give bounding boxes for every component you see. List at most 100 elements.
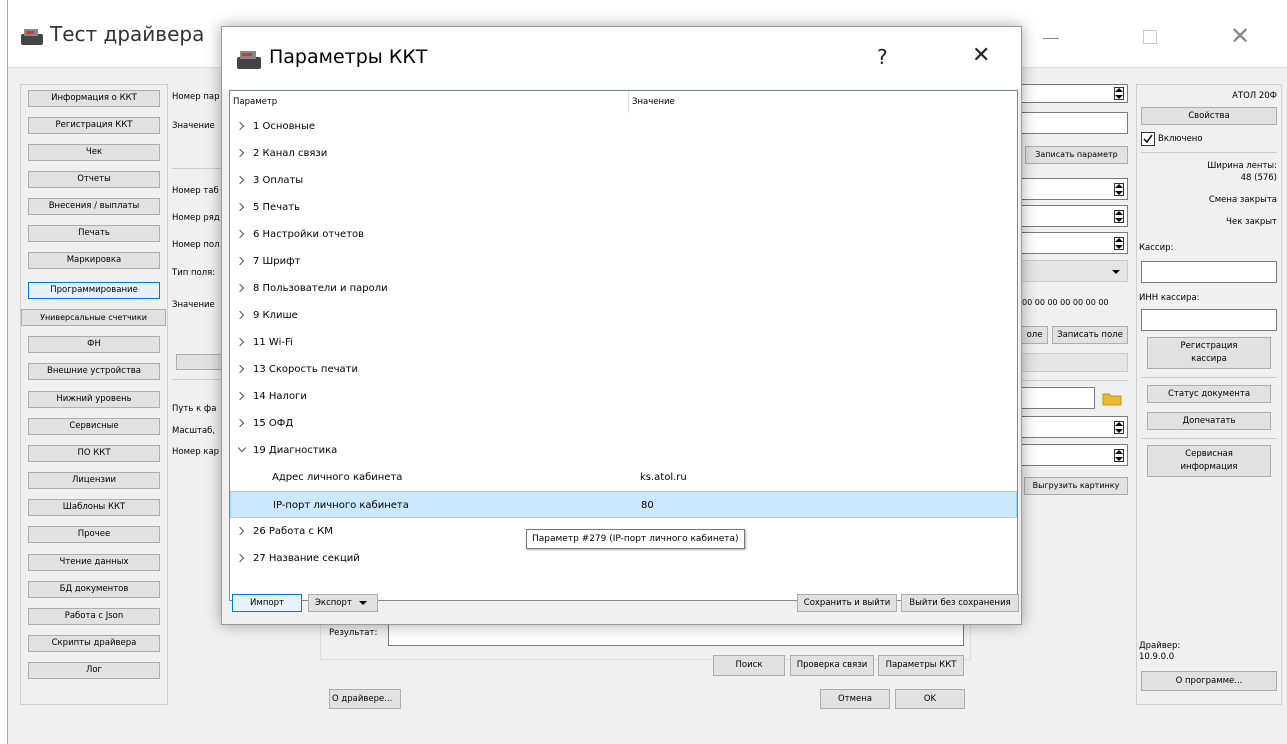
params-tree[interactable]: Параметр Значение 1 Основные 2 Канал связ… xyxy=(229,90,1018,601)
document-status-button[interactable]: Статус документа xyxy=(1147,385,1271,403)
spinner-arrows-icon[interactable] xyxy=(1113,183,1125,197)
save-and-exit-button[interactable]: Сохранить и выйти xyxy=(797,594,897,612)
nav-item[interactable]: Прочее xyxy=(28,526,160,543)
column-header-value[interactable]: Значение xyxy=(632,91,675,113)
chevron-right-icon[interactable] xyxy=(235,229,245,239)
nav-item[interactable]: Лог xyxy=(28,662,160,679)
chevron-right-icon[interactable] xyxy=(235,337,245,347)
service-info-button[interactable]: Сервисная информация xyxy=(1147,445,1271,477)
enabled-checkbox[interactable] xyxy=(1141,132,1155,146)
file-path-input[interactable] xyxy=(1022,387,1095,409)
spinner-arrows-icon[interactable] xyxy=(1113,210,1125,224)
chevron-right-icon[interactable] xyxy=(235,283,245,293)
column-header-param[interactable]: Параметр xyxy=(233,91,277,113)
tree-group-row[interactable]: 19 Диагностика xyxy=(230,437,1017,464)
field-type-select[interactable] xyxy=(1022,260,1128,282)
tree-group-row[interactable]: 6 Настройки отчетов xyxy=(230,221,1017,248)
nav-item[interactable]: Внесения / выплаты xyxy=(28,198,160,215)
write-field-button[interactable]: Записать поле xyxy=(1052,326,1128,344)
cashier-inn-input[interactable] xyxy=(1141,309,1277,331)
import-button[interactable]: Импорт xyxy=(232,594,302,612)
nav-item[interactable]: Маркировка xyxy=(28,252,160,269)
spinner-arrows-icon[interactable] xyxy=(1113,87,1125,101)
tree-group-row[interactable]: 2 Канал связи xyxy=(230,140,1017,167)
properties-button[interactable]: Свойства xyxy=(1141,107,1277,125)
tree-param-row[interactable]: IP-порт личного кабинета 80 xyxy=(230,491,1017,518)
kkt-params-button[interactable]: Параметры ККТ xyxy=(878,655,964,676)
check-connection-button[interactable]: Проверка связи xyxy=(790,655,874,676)
about-driver-button[interactable]: О драйвере... xyxy=(329,689,401,709)
tree-group-row[interactable]: 9 Клише xyxy=(230,302,1017,329)
nav-item[interactable]: Шаблоны ККТ xyxy=(28,499,160,516)
cancel-button[interactable]: Отмена xyxy=(820,689,890,709)
nav-item[interactable]: Печать xyxy=(28,225,160,242)
register-cashier-button[interactable]: Регистрация кассира xyxy=(1147,337,1271,369)
chevron-right-icon[interactable] xyxy=(235,121,245,131)
tree-group-row[interactable]: 3 Оплаты xyxy=(230,167,1017,194)
spinner-arrows-icon[interactable] xyxy=(1113,237,1125,251)
nav-item[interactable]: Чтение данных xyxy=(28,554,160,571)
scale-spinner[interactable] xyxy=(1022,416,1128,438)
spinner-arrows-icon[interactable] xyxy=(1113,421,1125,435)
close-icon[interactable]: ✕ xyxy=(1230,22,1250,50)
help-icon[interactable]: ? xyxy=(877,45,888,69)
nav-item[interactable]: Информация о ККТ xyxy=(28,90,160,107)
chevron-down-icon[interactable] xyxy=(237,443,247,453)
nav-item[interactable]: ФН xyxy=(28,336,160,353)
reprint-button[interactable]: Допечатать xyxy=(1147,412,1271,430)
nav-item[interactable]: Сервисные xyxy=(28,418,160,435)
param-value-input[interactable] xyxy=(1022,112,1128,134)
chevron-right-icon[interactable] xyxy=(235,364,245,374)
chevron-right-icon[interactable] xyxy=(235,256,245,266)
chevron-right-icon[interactable] xyxy=(235,526,245,536)
nav-item[interactable]: Лицензии xyxy=(28,472,160,489)
chevron-right-icon[interactable] xyxy=(235,553,245,563)
tree-param-row[interactable]: Адрес личного кабинета ks.atol.ru xyxy=(230,464,1017,491)
about-program-button[interactable]: О программе... xyxy=(1141,671,1277,691)
chevron-right-icon[interactable] xyxy=(235,391,245,401)
folder-icon[interactable] xyxy=(1100,390,1124,408)
read-field-button[interactable]: оле xyxy=(1022,326,1048,344)
search-button[interactable]: Поиск xyxy=(713,655,785,676)
chevron-right-icon[interactable] xyxy=(235,148,245,158)
export-button[interactable]: Экспорт xyxy=(308,594,378,612)
tree-group-row[interactable]: 27 Название секций xyxy=(230,545,1017,572)
nav-item[interactable]: ПО ККТ xyxy=(28,445,160,462)
maximize-icon[interactable] xyxy=(1143,30,1157,44)
upload-picture-button[interactable]: Выгрузить картинку xyxy=(1024,477,1128,495)
spinner-arrows-icon[interactable] xyxy=(1113,449,1125,463)
nav-item[interactable]: Регистрация ККТ xyxy=(28,117,160,134)
row-number-spinner[interactable] xyxy=(1022,205,1128,227)
tree-group-row[interactable]: 7 Шрифт xyxy=(230,248,1017,275)
tree-group-row[interactable]: 5 Печать xyxy=(230,194,1017,221)
nav-item[interactable]: Скрипты драйвера xyxy=(28,635,160,652)
tree-group-row[interactable]: 13 Скорость печати xyxy=(230,356,1017,383)
chevron-right-icon[interactable] xyxy=(235,175,245,185)
nav-item[interactable]: Нижний уровень xyxy=(28,391,160,408)
chevron-right-icon[interactable] xyxy=(235,202,245,212)
cashier-input[interactable] xyxy=(1141,261,1277,283)
nav-item[interactable]: БД документов xyxy=(28,581,160,598)
tree-group-row[interactable]: 1 Основные xyxy=(230,113,1017,140)
chevron-right-icon[interactable] xyxy=(235,418,245,428)
tree-group-row[interactable]: 15 ОФД xyxy=(230,410,1017,437)
field-number-spinner[interactable] xyxy=(1022,232,1128,254)
chevron-right-icon[interactable] xyxy=(235,310,245,320)
picture-number-spinner[interactable] xyxy=(1022,444,1128,466)
nav-item[interactable]: Работа с Json xyxy=(28,608,160,625)
tree-group-row[interactable]: 8 Пользователи и пароли xyxy=(230,275,1017,302)
column-divider[interactable] xyxy=(628,91,629,113)
ok-button[interactable]: OK xyxy=(895,689,965,709)
nav-item[interactable]: Программирование xyxy=(28,282,160,299)
param-number-spinner[interactable] xyxy=(1022,84,1128,103)
table-number-spinner[interactable] xyxy=(1022,178,1128,200)
nav-item[interactable]: Чек xyxy=(28,144,160,161)
nav-item[interactable]: Универсальные счетчики xyxy=(21,309,166,326)
dialog-close-icon[interactable]: ✕ xyxy=(972,43,990,68)
exit-without-save-button[interactable]: Выйти без сохранения xyxy=(901,594,1019,612)
result-input[interactable] xyxy=(388,624,964,646)
tree-group-row[interactable]: 11 Wi-Fi xyxy=(230,329,1017,356)
tree-group-row[interactable]: 14 Налоги xyxy=(230,383,1017,410)
nav-item[interactable]: Внешние устройства xyxy=(28,363,160,380)
middle-wide-button[interactable] xyxy=(176,354,226,370)
